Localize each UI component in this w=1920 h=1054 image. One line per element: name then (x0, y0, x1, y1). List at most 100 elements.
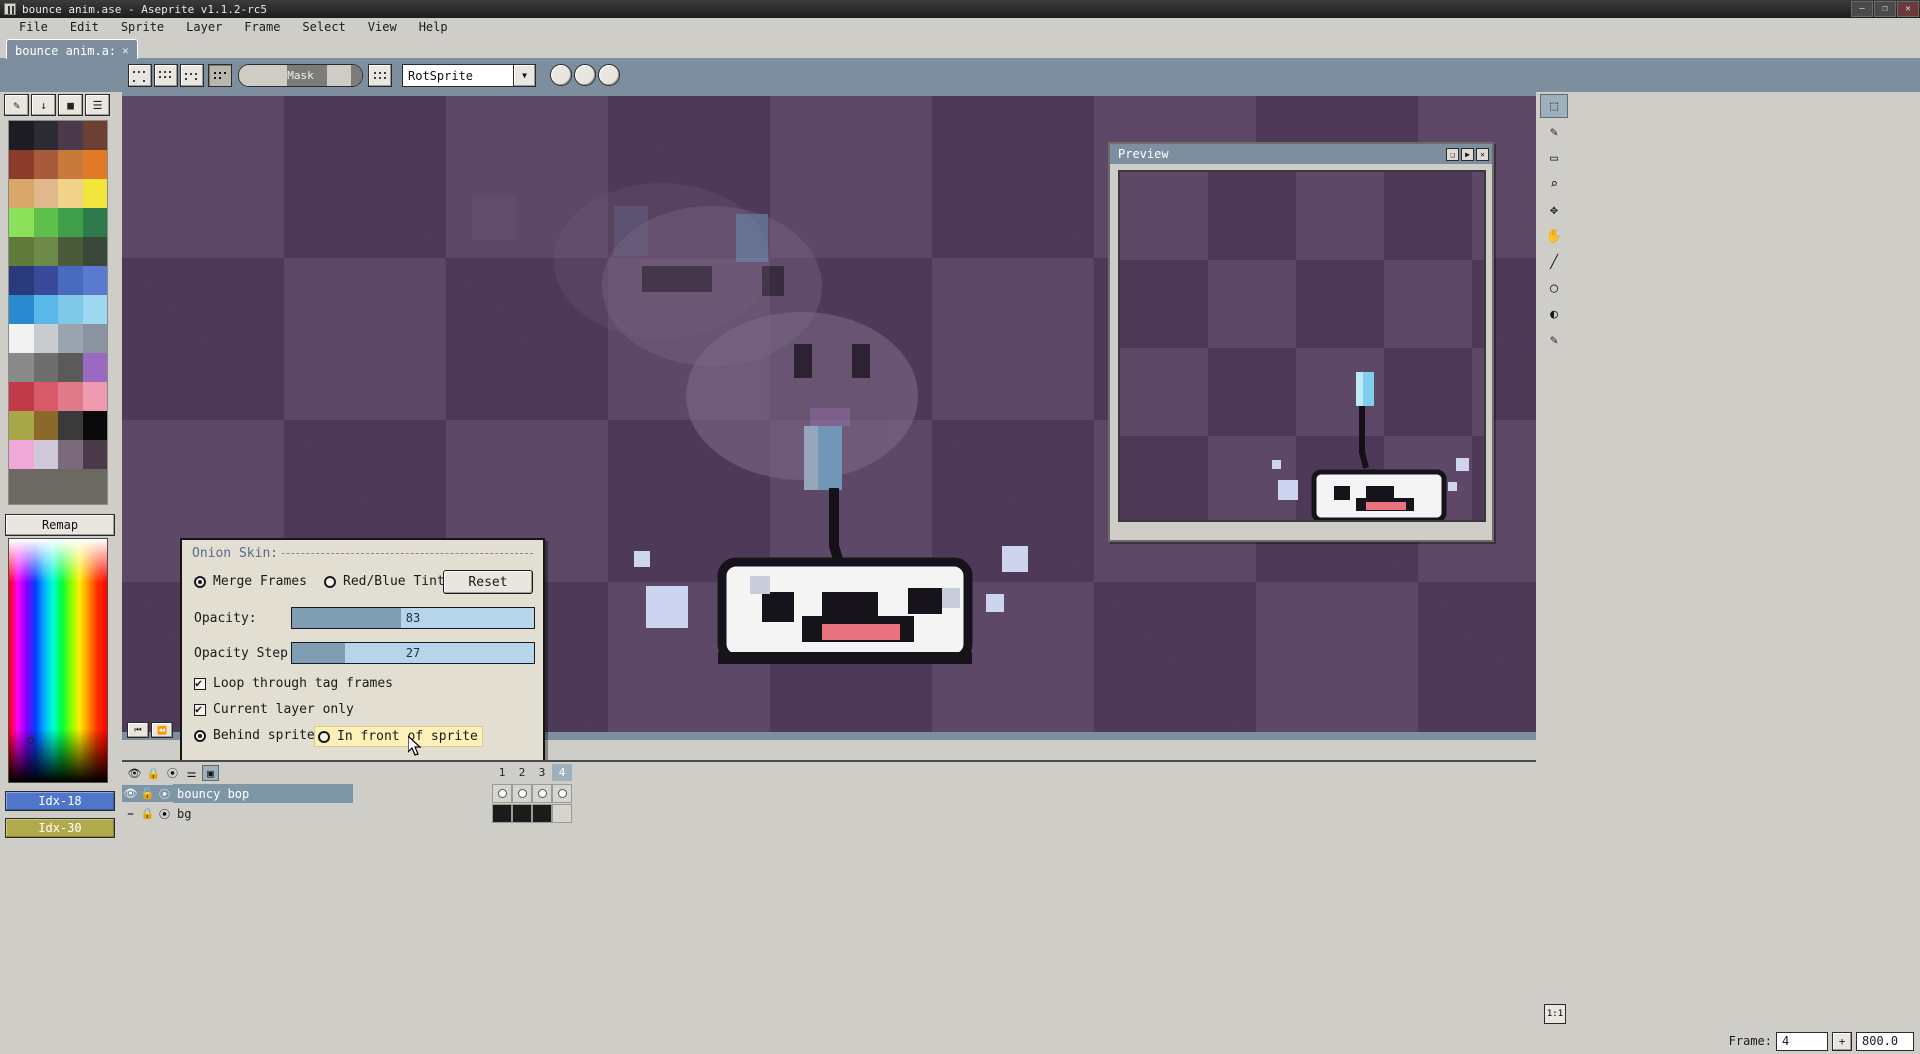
layer-continuous-icon-bg[interactable]: ⦿ (156, 805, 173, 822)
palette-swatch[interactable] (9, 324, 34, 353)
layer-name-bouncy-bop[interactable]: bouncy bop (173, 784, 353, 803)
preview-close-icon[interactable]: ✕ (1476, 147, 1489, 161)
onion-icon[interactable]: ▣ (202, 765, 219, 781)
cel[interactable] (532, 784, 552, 803)
menu-frame[interactable]: Frame (233, 19, 291, 35)
onion-skin-dialog[interactable]: Onion Skin: Merge Frames Red/Blue Tint R… (180, 538, 545, 762)
menu-help[interactable]: Help (408, 19, 459, 35)
palette-menu-icon[interactable]: ☰ (85, 94, 110, 116)
loop-tag-frames-option[interactable]: Loop through tag frames (194, 676, 393, 691)
cel[interactable] (492, 804, 512, 823)
grid-icon[interactable] (368, 64, 392, 87)
mask-slider[interactable]: Mask (238, 64, 363, 87)
palette-swatch[interactable] (82, 353, 107, 382)
palette-swatch[interactable] (33, 208, 58, 237)
palette-swatch[interactable] (82, 208, 107, 237)
preview-play-icon[interactable]: ▶ (1461, 147, 1474, 161)
palette-swatch[interactable] (9, 121, 34, 150)
layer-name-bg[interactable]: bg (173, 804, 353, 823)
palette-swatch[interactable] (9, 208, 34, 237)
layer-row-bouncy-bop[interactable]: 👁 🔓 ⦿ bouncy bop (122, 784, 353, 803)
cel-row-bg[interactable] (492, 804, 572, 823)
tab-bounce-anim[interactable]: bounce anim.a: ✕ (6, 39, 138, 59)
palette-swatch[interactable] (9, 237, 34, 266)
menu-select[interactable]: Select (291, 19, 356, 35)
palette-swatch[interactable] (33, 179, 58, 208)
palette-swatch[interactable] (58, 411, 83, 440)
maximize-button[interactable]: ❐ (1874, 1, 1896, 17)
loop-tag-frames-checkbox[interactable] (194, 676, 206, 690)
continuous-icon[interactable]: ⦿ (164, 765, 181, 781)
chevron-down-icon[interactable]: ▼ (513, 65, 535, 86)
opacity-step-slider[interactable]: 27 (291, 642, 535, 664)
eyedropper-icon[interactable]: ✎ (1540, 328, 1568, 352)
ellipse-icon[interactable]: ◯ (1540, 276, 1568, 300)
go-prev-frame-button[interactable]: ⏪ (151, 722, 173, 738)
palette-swatch[interactable] (58, 324, 83, 353)
move-icon[interactable]: ✥ (1540, 198, 1568, 222)
palette-swatch[interactable] (82, 295, 107, 324)
cel[interactable] (512, 784, 532, 803)
palette-swatch[interactable] (33, 295, 58, 324)
menu-file[interactable]: File (8, 19, 59, 35)
marquee-icon[interactable]: ⬚ (1540, 94, 1568, 118)
rotation-algorithm-select[interactable]: RotSprite ▼ (402, 64, 536, 87)
menu-edit[interactable]: Edit (59, 19, 110, 35)
palette-swatch[interactable] (9, 411, 34, 440)
palette-preset-icon[interactable]: ■ (58, 94, 83, 116)
palette-swatch[interactable] (33, 150, 58, 179)
preview-window[interactable]: Preview ❑ ▶ ✕ (1108, 142, 1494, 542)
frame-number-field[interactable]: 4 (1776, 1031, 1828, 1051)
selection-subtract-icon[interactable] (180, 64, 204, 87)
palette-swatch[interactable] (82, 121, 107, 150)
eraser-icon[interactable]: ▭ (1540, 146, 1568, 170)
menu-view[interactable]: View (357, 19, 408, 35)
in-front-of-sprite-option[interactable]: In front of sprite (314, 726, 483, 747)
frame-number[interactable]: 4 (552, 764, 572, 781)
scale-icon[interactable] (598, 64, 620, 86)
rotate-icon[interactable] (550, 64, 572, 86)
palette-swatch[interactable] (58, 121, 83, 150)
palette-swatch[interactable] (33, 440, 58, 469)
selection-add-icon[interactable] (154, 64, 178, 87)
selection-replace-icon[interactable] (128, 64, 152, 87)
palette-swatch[interactable] (82, 150, 107, 179)
frame-duration-field[interactable]: 800.0 (1856, 1031, 1914, 1051)
palette-swatch[interactable] (9, 266, 34, 295)
frame-number[interactable]: 1 (492, 764, 512, 781)
index-a-button[interactable]: Idx-18 (5, 791, 115, 811)
add-frame-button[interactable]: + (1832, 1031, 1852, 1051)
behind-sprite-option[interactable]: Behind sprite (194, 728, 315, 743)
frame-number[interactable]: 2 (512, 764, 532, 781)
gradient-icon[interactable]: ◐ (1540, 302, 1568, 326)
color-picker-cursor[interactable] (27, 737, 34, 744)
palette-swatch[interactable] (33, 237, 58, 266)
palette-swatch[interactable] (82, 411, 107, 440)
menu-layer[interactable]: Layer (175, 19, 233, 35)
remap-button[interactable]: Remap (5, 514, 115, 536)
palette-swatch[interactable] (82, 266, 107, 295)
palette-swatch[interactable] (58, 295, 83, 324)
index-b-button[interactable]: Idx-30 (5, 818, 115, 838)
cel-row-bouncy-bop[interactable] (492, 784, 572, 803)
opacity-slider[interactable]: 83 (291, 607, 535, 629)
palette-swatch[interactable] (33, 382, 58, 411)
cel[interactable] (552, 804, 572, 823)
color-picker[interactable] (8, 538, 108, 783)
palette-swatch[interactable] (33, 121, 58, 150)
palette-swatch[interactable] (82, 324, 107, 353)
close-button[interactable]: ✕ (1897, 1, 1919, 17)
layer-visible-icon[interactable]: 👁 (122, 785, 139, 802)
cel[interactable] (492, 784, 512, 803)
current-layer-only-option[interactable]: Current layer only (194, 702, 354, 717)
frame-number[interactable]: 3 (532, 764, 552, 781)
color-palette[interactable] (8, 120, 108, 505)
layer-lock-icon-bg[interactable]: 🔒 (139, 805, 156, 822)
palette-swatch[interactable] (58, 353, 83, 382)
red-blue-tint-radio[interactable] (324, 575, 336, 588)
layer-row-bg[interactable]: ⎯ 🔒 ⦿ bg (122, 804, 353, 823)
palette-swatch[interactable] (33, 324, 58, 353)
lock-icon[interactable]: 🔒 (145, 765, 162, 781)
line-icon[interactable]: ╱ (1540, 250, 1568, 274)
merge-frames-option[interactable]: Merge Frames (194, 574, 307, 589)
